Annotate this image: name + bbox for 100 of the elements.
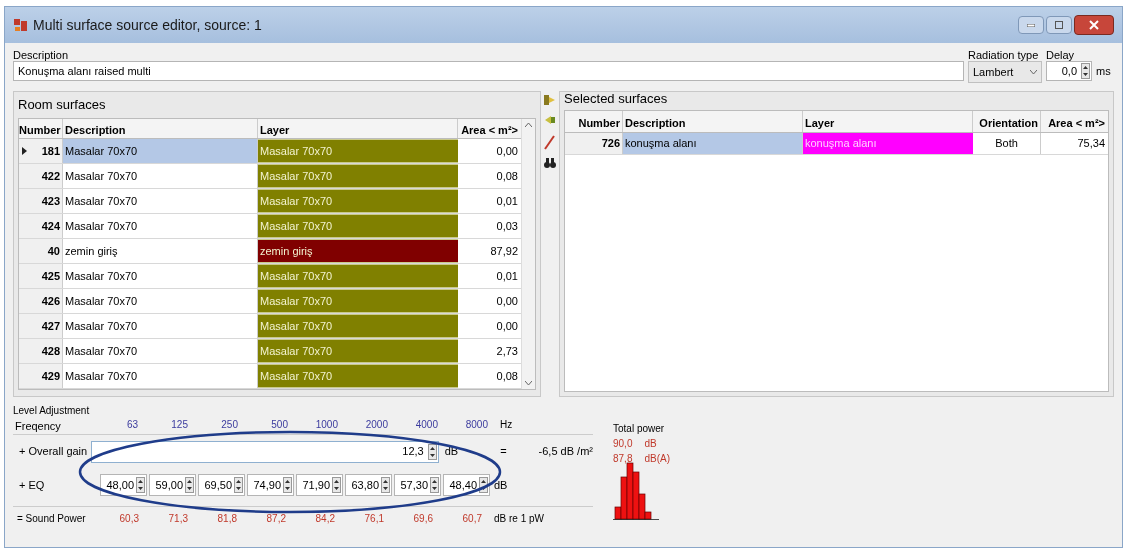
row-header[interactable]: 428 bbox=[19, 339, 63, 363]
table-cell-text: 0,08 bbox=[495, 168, 519, 184]
overall-gain-field[interactable]: 12,3 bbox=[90, 440, 439, 463]
column-header[interactable]: Number bbox=[19, 119, 63, 138]
chevron-up-icon[interactable] bbox=[525, 123, 532, 127]
column-header[interactable]: Area < m²> bbox=[458, 119, 521, 138]
eq-field[interactable]: 74,90 bbox=[247, 474, 294, 496]
spinner-icon[interactable] bbox=[479, 477, 488, 493]
spinner-icon[interactable] bbox=[1081, 63, 1090, 79]
layer-cell: Masalar 70x70 bbox=[258, 264, 458, 288]
frequency-unit: Hz bbox=[500, 418, 514, 432]
frequency-value: 8000 bbox=[464, 418, 489, 432]
layer-cell: Masalar 70x70 bbox=[258, 364, 458, 388]
row-header[interactable]: 181 bbox=[19, 139, 63, 163]
frequency-value: 4000 bbox=[414, 418, 439, 432]
column-header[interactable]: Layer bbox=[258, 119, 458, 138]
table-cell-text: 0,00 bbox=[495, 143, 519, 159]
row-header[interactable]: 427 bbox=[19, 314, 63, 338]
total-power-unit: dB bbox=[644, 437, 657, 451]
row-header[interactable]: 422 bbox=[19, 164, 63, 188]
table-cell-text: 75,34 bbox=[1076, 136, 1106, 152]
chevron-down-icon[interactable] bbox=[525, 381, 532, 385]
row-header[interactable]: 40 bbox=[19, 239, 63, 263]
sound-power-value: 87,2 bbox=[265, 512, 287, 526]
layer-cell: Masalar 70x70 bbox=[258, 189, 458, 213]
sound-power-value: 60,7 bbox=[461, 512, 483, 526]
column-header[interactable]: Number bbox=[565, 111, 623, 132]
sound-power-value: 81,8 bbox=[216, 512, 238, 526]
row-header[interactable]: 424 bbox=[19, 214, 63, 238]
table-cell-text: 0,00 bbox=[495, 318, 519, 334]
sound-power-value: 71,3 bbox=[167, 512, 189, 526]
spinner-icon[interactable] bbox=[283, 477, 292, 493]
window-title: Multi surface source editor, source: 1 bbox=[33, 15, 262, 35]
table-cell-text: 0,01 bbox=[495, 193, 519, 209]
close-icon bbox=[1089, 20, 1099, 30]
row-header[interactable]: 425 bbox=[19, 264, 63, 288]
frequency-label: Freqency bbox=[14, 418, 62, 432]
room-surfaces-title: Room surfaces bbox=[17, 95, 107, 114]
layer-cell: konuşma alanı bbox=[803, 133, 973, 154]
total-power-value: 90,0 bbox=[613, 437, 633, 451]
column-header[interactable]: Description bbox=[63, 119, 258, 138]
frequency-value: 125 bbox=[170, 418, 189, 432]
radiation-type-label: Radiation type bbox=[968, 48, 1040, 61]
radiation-type-dropdown[interactable]: Lambert bbox=[968, 61, 1042, 83]
close-button[interactable] bbox=[1074, 15, 1114, 35]
frequency-value: 2000 bbox=[364, 418, 389, 432]
spinner-icon[interactable] bbox=[136, 477, 145, 493]
spinner-icon[interactable] bbox=[430, 477, 439, 493]
spinner-icon[interactable] bbox=[332, 477, 341, 493]
remove-surface-icon[interactable] bbox=[544, 114, 556, 126]
binoculars-icon[interactable] bbox=[544, 158, 556, 168]
chevron-down-icon bbox=[1030, 70, 1037, 74]
eq-field[interactable]: 63,80 bbox=[345, 474, 392, 496]
sound-power-label: = Sound Power bbox=[16, 512, 87, 526]
eq-field[interactable]: 48,00 bbox=[100, 474, 147, 496]
add-surface-icon[interactable] bbox=[544, 94, 556, 106]
eq-field[interactable]: 59,00 bbox=[149, 474, 196, 496]
spinner-icon[interactable] bbox=[381, 477, 390, 493]
row-header[interactable]: 423 bbox=[19, 189, 63, 213]
column-header[interactable]: Orientation bbox=[973, 111, 1041, 132]
level-adjustment-title: Level Adjustment bbox=[13, 405, 91, 417]
maximize-icon bbox=[1055, 21, 1063, 29]
table-cell: 726 bbox=[565, 133, 623, 154]
table-cell[interactable]: Masalar 70x70 bbox=[63, 139, 258, 163]
layer-cell: Masalar 70x70 bbox=[258, 289, 458, 313]
row-header[interactable]: 429 bbox=[19, 364, 63, 388]
layer-cell: Masalar 70x70 bbox=[258, 139, 458, 163]
delay-field[interactable]: 0,0 bbox=[1046, 61, 1092, 81]
frequency-value: 1000 bbox=[314, 418, 339, 432]
total-power-unit: dB(A) bbox=[644, 452, 671, 466]
sound-power-value: 69,6 bbox=[412, 512, 434, 526]
frequency-value: 250 bbox=[220, 418, 239, 432]
spinner-icon[interactable] bbox=[185, 477, 194, 493]
eq-field[interactable]: 48,40 bbox=[443, 474, 490, 496]
spinner-icon[interactable] bbox=[234, 477, 243, 493]
maximize-button[interactable] bbox=[1046, 16, 1072, 34]
column-header[interactable]: Layer bbox=[803, 111, 973, 132]
description-field[interactable]: Konuşma alanı raised multi bbox=[13, 61, 964, 81]
eq-field[interactable]: 69,50 bbox=[198, 474, 245, 496]
table-cell-text: 2,73 bbox=[495, 343, 519, 359]
eq-field[interactable]: 57,30 bbox=[394, 474, 441, 496]
pen-icon[interactable] bbox=[544, 134, 556, 150]
table-cell[interactable]: konuşma alanı bbox=[623, 133, 803, 154]
selected-surfaces-title: Selected surfaces bbox=[563, 92, 669, 108]
layer-cell: Masalar 70x70 bbox=[258, 339, 458, 363]
table-cell: Both bbox=[973, 133, 1041, 154]
total-power-value: 87,8 bbox=[613, 452, 633, 466]
eq-field[interactable]: 71,90 bbox=[296, 474, 343, 496]
table-cell-text: 0,00 bbox=[495, 293, 519, 309]
row-header[interactable]: 426 bbox=[19, 289, 63, 313]
layer-cell: zemin giriş bbox=[258, 239, 458, 263]
column-header[interactable]: Description bbox=[623, 111, 803, 132]
table-cell-text: 0,01 bbox=[495, 268, 519, 284]
spinner-icon[interactable] bbox=[427, 443, 437, 460]
table-cell-text: 0,08 bbox=[495, 368, 519, 384]
frequency-value: 63 bbox=[125, 418, 139, 432]
table-cell-text: 0,03 bbox=[495, 218, 519, 234]
description-label: Description bbox=[13, 48, 70, 61]
column-header[interactable]: Area < m²> bbox=[1041, 111, 1108, 132]
row-pointer-icon bbox=[22, 147, 27, 155]
